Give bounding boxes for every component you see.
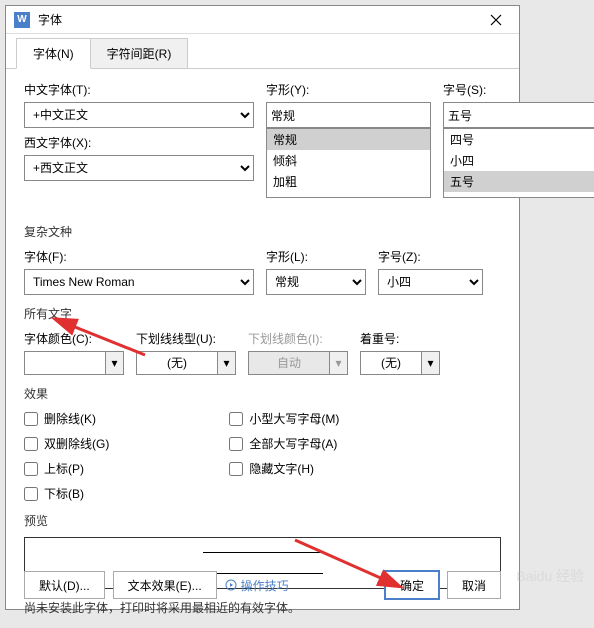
sub-checkbox[interactable]: [24, 487, 38, 501]
font-dialog: W 字体 字体(N) 字符间距(R) 中文字体(T): +中文正文 字形(Y):…: [5, 5, 520, 610]
dstrike-checkbox[interactable]: [24, 437, 38, 451]
hidden-checkbox[interactable]: [229, 462, 243, 476]
list-item[interactable]: 小四: [444, 150, 594, 171]
tab-font[interactable]: 字体(N): [16, 38, 91, 69]
complex-style-select[interactable]: 常规: [266, 269, 366, 295]
complex-label: 复杂文种: [24, 223, 501, 240]
size-input[interactable]: [443, 102, 594, 128]
underline-color-label: 下划线颜色(I):: [248, 330, 348, 347]
ok-button[interactable]: 确定: [385, 571, 439, 599]
en-font-select[interactable]: +西文正文: [24, 155, 254, 181]
sup-checkbox[interactable]: [24, 462, 38, 476]
style-listbox[interactable]: 常规 倾斜 加粗: [266, 128, 431, 198]
watermark: Baidu 经验: [516, 566, 584, 586]
list-item[interactable]: 四号: [444, 129, 594, 150]
all-text-label: 所有文字: [24, 305, 501, 322]
font-color-picker[interactable]: ▾: [24, 351, 124, 375]
tab-spacing[interactable]: 字符间距(R): [90, 38, 189, 69]
underline-label: 下划线线型(U):: [136, 330, 236, 347]
allcaps-label: 全部大写字母(A): [249, 435, 337, 452]
complex-style-label: 字形(L):: [266, 248, 366, 265]
list-item[interactable]: 五号: [444, 171, 594, 192]
tab-content: 中文字体(T): +中文正文 字形(Y): 常规 倾斜 加粗 字号(S): 四号…: [6, 68, 519, 628]
hint-text: 尚未安装此字体，打印时将采用最相近的有效字体。: [24, 599, 501, 616]
preview-label: 预览: [24, 512, 501, 529]
size-listbox[interactable]: 四号 小四 五号: [443, 128, 594, 198]
complex-font-select[interactable]: Times New Roman: [24, 269, 254, 295]
close-button[interactable]: [481, 8, 511, 32]
chevron-down-icon: ▾: [329, 352, 347, 374]
cancel-button[interactable]: 取消: [447, 571, 501, 599]
titlebar: W 字体: [6, 6, 519, 34]
text-effects-button[interactable]: 文本效果(E)...: [113, 571, 217, 599]
tab-bar: 字体(N) 字符间距(R): [6, 34, 519, 69]
play-icon: [225, 579, 237, 591]
list-item[interactable]: 倾斜: [267, 150, 430, 171]
effects-label: 效果: [24, 385, 501, 402]
chevron-down-icon: ▾: [105, 352, 123, 374]
dialog-title: 字体: [38, 11, 481, 28]
font-color-label: 字体颜色(C):: [24, 330, 124, 347]
smallcaps-label: 小型大写字母(M): [249, 410, 339, 427]
close-icon: [490, 14, 502, 26]
chevron-down-icon: ▾: [217, 352, 235, 374]
complex-font-label: 字体(F):: [24, 248, 254, 265]
en-font-label: 西文字体(X):: [24, 134, 254, 151]
chevron-down-icon: ▾: [421, 352, 439, 374]
footer: 默认(D)... 文本效果(E)... 操作技巧 确定 取消: [6, 571, 519, 599]
cn-font-label: 中文字体(T):: [24, 81, 254, 98]
style-input[interactable]: [266, 102, 431, 128]
emphasis-select[interactable]: (无) ▾: [360, 351, 440, 375]
app-icon: W: [14, 12, 30, 28]
cn-font-select[interactable]: +中文正文: [24, 102, 254, 128]
list-item[interactable]: 常规: [267, 129, 430, 150]
sup-label: 上标(P): [44, 460, 84, 477]
complex-size-label: 字号(Z):: [378, 248, 483, 265]
underline-color-select: 自动 ▾: [248, 351, 348, 375]
complex-size-select[interactable]: 小四: [378, 269, 483, 295]
default-button[interactable]: 默认(D)...: [24, 571, 105, 599]
strike-label: 删除线(K): [44, 410, 96, 427]
dstrike-label: 双删除线(G): [44, 435, 109, 452]
sub-label: 下标(B): [44, 485, 84, 502]
hidden-label: 隐藏文字(H): [249, 460, 314, 477]
underline-select[interactable]: (无) ▾: [136, 351, 236, 375]
color-preview: [25, 352, 105, 374]
emphasis-label: 着重号:: [360, 330, 440, 347]
tips-link[interactable]: 操作技巧: [225, 577, 289, 594]
allcaps-checkbox[interactable]: [229, 437, 243, 451]
size-label: 字号(S):: [443, 81, 594, 98]
smallcaps-checkbox[interactable]: [229, 412, 243, 426]
list-item[interactable]: 加粗: [267, 171, 430, 192]
strike-checkbox[interactable]: [24, 412, 38, 426]
style-label: 字形(Y):: [266, 81, 431, 98]
